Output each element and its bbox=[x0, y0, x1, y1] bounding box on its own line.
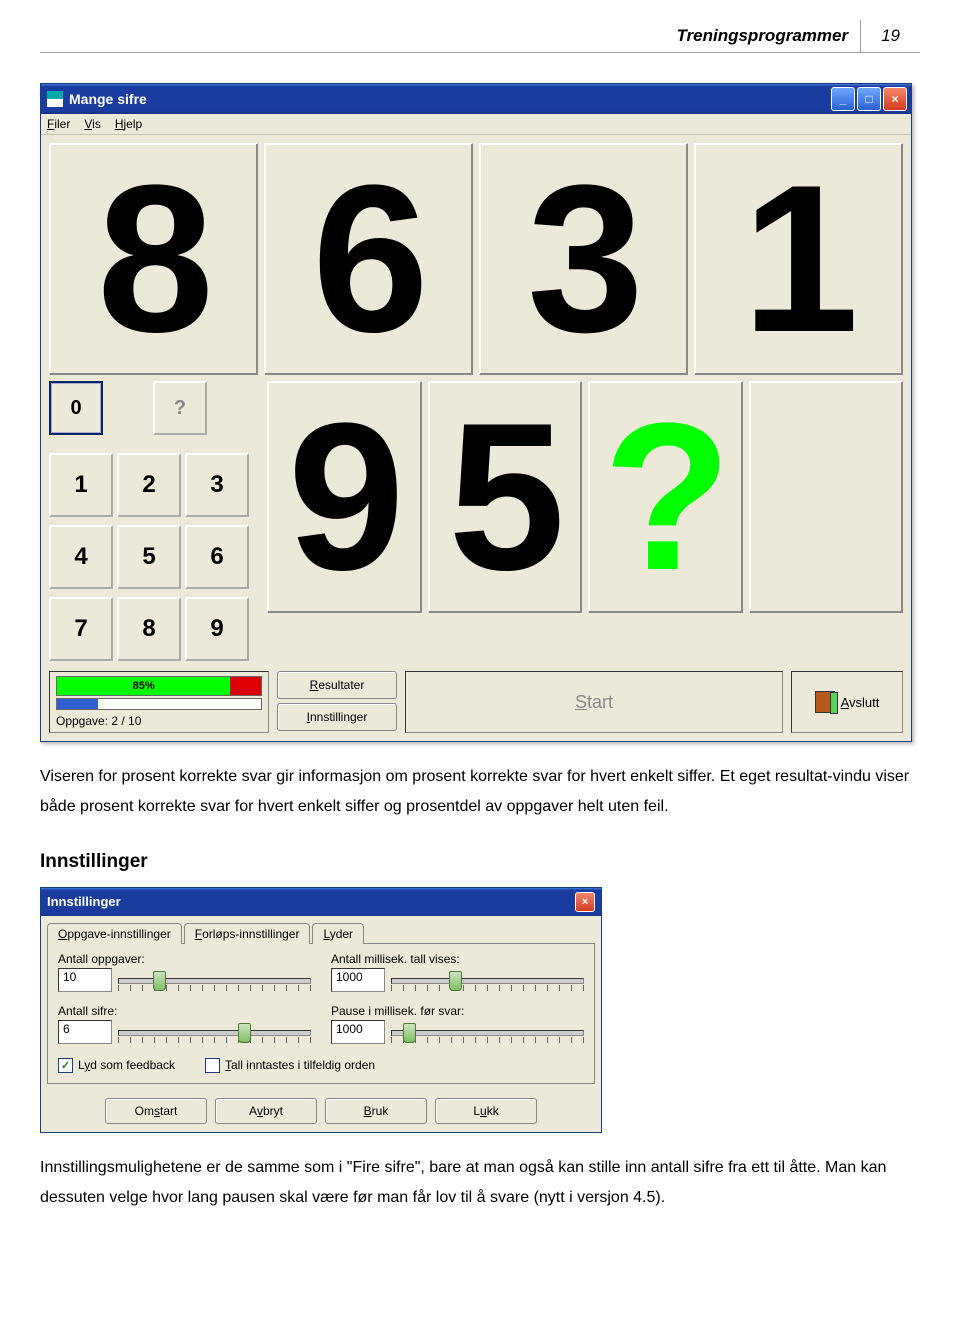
keypad-3[interactable]: 3 bbox=[185, 453, 249, 517]
mange-sifre-window: Mange sifre _ □ × Filer Vis Hjelp 8 6 3 … bbox=[40, 83, 912, 742]
keypad-8[interactable]: 8 bbox=[117, 597, 181, 661]
digit-value: 5 bbox=[448, 392, 561, 602]
digit-card: 8 bbox=[49, 143, 258, 375]
header-title: Treningsprogrammer bbox=[664, 20, 860, 52]
digit-card: 9 bbox=[267, 381, 422, 613]
dialog-titlebar[interactable]: Innstillinger × bbox=[41, 888, 601, 916]
digit-card: ? bbox=[588, 381, 743, 613]
quit-button[interactable]: Avslutt bbox=[791, 671, 903, 733]
slider-antall-ms[interactable] bbox=[391, 969, 584, 991]
window-title: Mange sifre bbox=[69, 91, 831, 107]
digit-card: 6 bbox=[264, 143, 473, 375]
status-panel: 85% Oppgave: 2 / 10 bbox=[49, 671, 269, 733]
page-number: 19 bbox=[860, 20, 920, 52]
keypad-question[interactable]: ? bbox=[153, 381, 207, 435]
check-icon: ✓ bbox=[58, 1058, 73, 1073]
start-button[interactable]: Start bbox=[405, 671, 783, 733]
digit-value: 1 bbox=[742, 154, 855, 364]
digit-row-top: 8 6 3 1 bbox=[49, 143, 903, 375]
page-header: Treningsprogrammer 19 bbox=[40, 20, 920, 53]
app-icon bbox=[47, 91, 63, 107]
input-antall-oppgaver[interactable]: 10 bbox=[58, 968, 112, 992]
restart-button[interactable]: Omstart bbox=[105, 1098, 207, 1124]
digit-value: 6 bbox=[312, 154, 425, 364]
digit-value-question: ? bbox=[603, 392, 727, 602]
tab-oppgave[interactable]: Oppgave-innstillinger bbox=[47, 923, 182, 944]
maximize-button[interactable]: □ bbox=[857, 87, 881, 111]
checkbox-lyd-feedback[interactable]: ✓ Lyd som feedback bbox=[58, 1058, 175, 1073]
keypad-7[interactable]: 7 bbox=[49, 597, 113, 661]
checkbox-label: Lyd som feedback bbox=[78, 1058, 175, 1072]
cancel-button[interactable]: Avbryt bbox=[215, 1098, 317, 1124]
task-progress-fill bbox=[57, 699, 98, 709]
percent-bar: 85% bbox=[56, 676, 262, 696]
slider-antall-oppgaver[interactable] bbox=[118, 969, 311, 991]
exit-icon bbox=[815, 691, 835, 713]
close-button[interactable]: Lukk bbox=[435, 1098, 537, 1124]
tab-forlops[interactable]: Forløps-innstillinger bbox=[184, 923, 311, 944]
apply-button[interactable]: Bruk bbox=[325, 1098, 427, 1124]
checkbox-tilfeldig[interactable]: Tall inntastes i tilfeldig orden bbox=[205, 1058, 375, 1073]
menu-view[interactable]: Vis bbox=[84, 117, 100, 131]
input-pause-ms[interactable]: 1000 bbox=[331, 1020, 385, 1044]
task-label: Oppgave: 2 / 10 bbox=[56, 714, 262, 728]
keypad-2[interactable]: 2 bbox=[117, 453, 181, 517]
check-icon-empty bbox=[205, 1058, 220, 1073]
dialog-tabs: Oppgave-innstillinger Forløps-innstillin… bbox=[41, 916, 601, 943]
digit-card: 5 bbox=[428, 381, 583, 613]
digit-row-bottom: 9 5 ? bbox=[267, 381, 903, 661]
digit-value: 9 bbox=[288, 392, 401, 602]
body-paragraph-2: Innstillingsmulighetene er de samme som … bbox=[40, 1153, 920, 1214]
digit-value: 8 bbox=[97, 154, 210, 364]
keypad-4[interactable]: 4 bbox=[49, 525, 113, 589]
keypad-1[interactable]: 1 bbox=[49, 453, 113, 517]
minimize-button[interactable]: _ bbox=[831, 87, 855, 111]
settings-button[interactable]: Innstillinger bbox=[277, 703, 397, 731]
innstillinger-dialog: Innstillinger × Oppgave-innstillinger Fo… bbox=[40, 887, 602, 1133]
keypad-6[interactable]: 6 bbox=[185, 525, 249, 589]
digit-card: 1 bbox=[694, 143, 903, 375]
percent-bar-fill: 85% bbox=[57, 677, 230, 695]
label-antall-sifre: Antall sifre: bbox=[58, 1004, 311, 1018]
digit-card bbox=[749, 381, 904, 613]
heading-innstillinger: Innstillinger bbox=[40, 851, 920, 873]
label-antall-oppgaver: Antall oppgaver: bbox=[58, 952, 311, 966]
titlebar[interactable]: Mange sifre _ □ × bbox=[41, 84, 911, 114]
tab-lyder[interactable]: Lyder bbox=[312, 923, 364, 944]
menu-file[interactable]: Filer bbox=[47, 117, 70, 131]
input-antall-ms[interactable]: 1000 bbox=[331, 968, 385, 992]
menubar: Filer Vis Hjelp bbox=[41, 114, 911, 135]
checkbox-label: Tall inntastes i tilfeldig orden bbox=[225, 1058, 375, 1072]
digit-card: 3 bbox=[479, 143, 688, 375]
slider-pause-ms[interactable] bbox=[391, 1021, 584, 1043]
input-antall-sifre[interactable]: 6 bbox=[58, 1020, 112, 1044]
task-progress-bar bbox=[56, 698, 262, 710]
slider-antall-sifre[interactable] bbox=[118, 1021, 311, 1043]
keypad-9[interactable]: 9 bbox=[185, 597, 249, 661]
digit-value: 3 bbox=[527, 154, 640, 364]
label-antall-ms: Antall millisek. tall vises: bbox=[331, 952, 584, 966]
close-button[interactable]: × bbox=[883, 87, 907, 111]
body-paragraph-1: Viseren for prosent korrekte svar gir in… bbox=[40, 762, 920, 823]
keypad-zero[interactable]: 0 bbox=[49, 381, 103, 435]
keypad: 0 ? 1 2 3 4 5 6 7 8 9 bbox=[49, 381, 259, 661]
results-button[interactable]: Resultater bbox=[277, 671, 397, 699]
keypad-5[interactable]: 5 bbox=[117, 525, 181, 589]
menu-help[interactable]: Hjelp bbox=[115, 117, 142, 131]
dialog-title: Innstillinger bbox=[47, 894, 121, 909]
dialog-close-button[interactable]: × bbox=[575, 892, 595, 912]
tab-panel-oppgave: Antall oppgaver: 10 Antall millisek. tal… bbox=[47, 943, 595, 1084]
label-pause-ms: Pause i millisek. før svar: bbox=[331, 1004, 584, 1018]
